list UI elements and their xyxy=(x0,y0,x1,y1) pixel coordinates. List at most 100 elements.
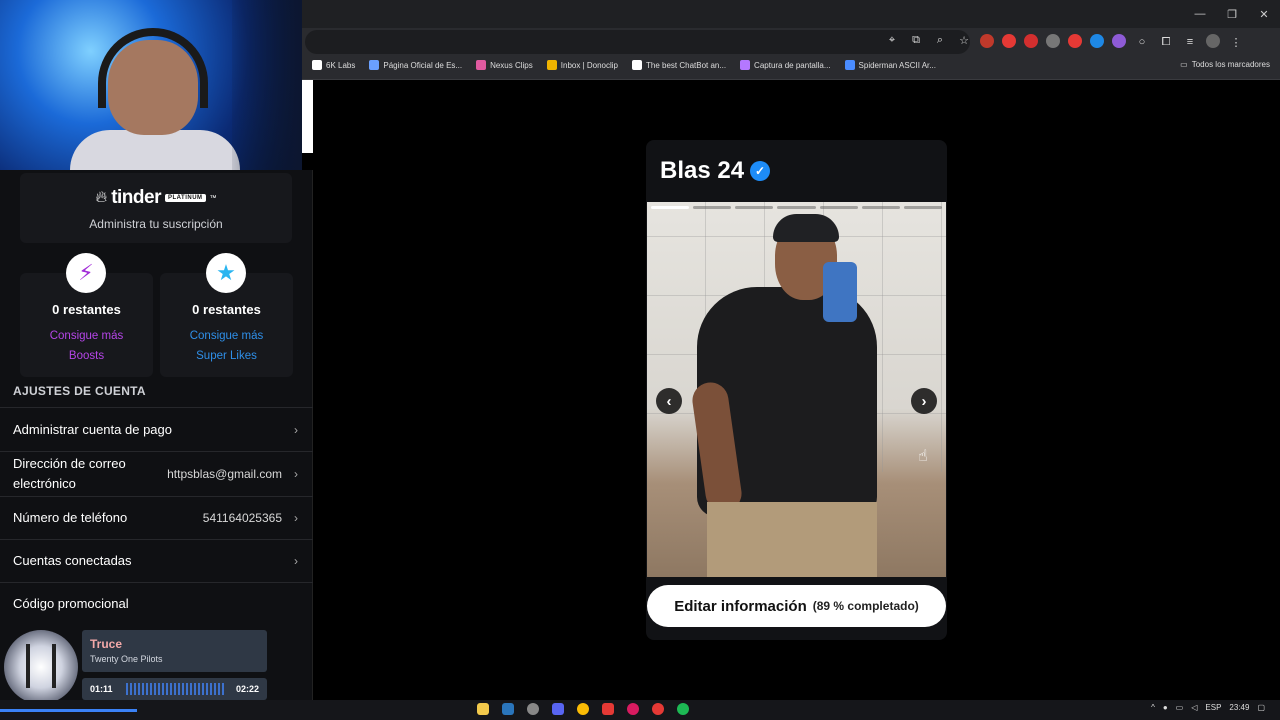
app-icon[interactable] xyxy=(527,703,539,715)
circle-icon[interactable]: ○ xyxy=(1134,34,1150,50)
file-explorer-icon[interactable] xyxy=(477,703,489,715)
next-photo-button[interactable]: › xyxy=(911,388,937,414)
track-artist: Twenty One Pilots xyxy=(90,654,163,664)
bookmark-item[interactable]: Spiderman ASCII Ar... xyxy=(844,60,936,70)
bookmark-item[interactable]: Nexus Clips xyxy=(476,60,533,70)
language-indicator[interactable]: ESP xyxy=(1205,703,1221,712)
bookmark-item[interactable]: Captura de pantalla... xyxy=(740,60,831,70)
profile-photo[interactable]: ‹ › xyxy=(647,202,946,577)
steam-icon[interactable] xyxy=(502,703,514,715)
discord-icon[interactable] xyxy=(552,703,564,715)
flame-icon: 🔥︎ xyxy=(95,189,108,206)
chrome-icon[interactable] xyxy=(577,703,589,715)
bookmark-favicon-icon xyxy=(632,60,642,70)
media-player-icon[interactable] xyxy=(627,703,639,715)
clock[interactable]: 23:49 xyxy=(1229,703,1249,712)
adblock-icon[interactable] xyxy=(1024,34,1038,48)
edit-info-button[interactable]: Editar información (89 % completado) xyxy=(647,585,946,627)
get-more-label: Consigue más xyxy=(49,330,124,342)
avatar[interactable] xyxy=(1206,34,1220,48)
kebab-menu-icon[interactable]: ⋮ xyxy=(1228,34,1244,50)
bookmark-star-icon[interactable]: ☆ xyxy=(956,32,972,48)
photo-indicator[interactable] xyxy=(903,206,942,209)
app-icon[interactable] xyxy=(652,703,664,715)
boosts-label: Boosts xyxy=(68,350,105,362)
zoom-icon[interactable]: ⌕ xyxy=(932,32,948,48)
bookmark-item[interactable]: Inbox | Donoclip xyxy=(546,60,618,70)
get-more-superlikes-link[interactable]: Consigue más Super Likes xyxy=(160,326,293,366)
track-progress: 01:11 02:22 xyxy=(82,678,267,700)
get-more-label: Consigue más xyxy=(189,330,264,342)
cast-icon[interactable]: ⧉ xyxy=(908,32,924,48)
spotify-icon[interactable] xyxy=(677,703,689,715)
taskbar-apps xyxy=(477,703,689,715)
brave-icon[interactable] xyxy=(602,703,614,715)
extension-icon[interactable] xyxy=(1112,34,1126,48)
address-bar-icons: ⌖ ⧉ ⌕ ☆ xyxy=(884,32,972,48)
bookmark-favicon-icon xyxy=(740,60,751,70)
lightning-icon: ⚡︎ xyxy=(66,253,106,293)
photo-indicator[interactable] xyxy=(819,206,858,209)
minimize-icon[interactable]: — xyxy=(1184,0,1216,28)
volume-icon[interactable]: ◁ xyxy=(1191,703,1197,712)
photo-indicator[interactable] xyxy=(861,206,900,209)
bookmark-item[interactable]: 6K Labs xyxy=(312,60,355,70)
bookmark-favicon-icon xyxy=(369,60,380,70)
stream-progress-bar xyxy=(0,709,137,712)
album-figure xyxy=(26,644,56,688)
superlikes-card[interactable]: ★ 0 restantes Consigue más Super Likes xyxy=(160,253,293,377)
extension-icon[interactable] xyxy=(1002,34,1016,48)
bookmark-label: The best ChatBot an... xyxy=(646,60,727,70)
photo-indicator[interactable] xyxy=(777,206,816,209)
notifications-icon[interactable]: ▢ xyxy=(1257,703,1265,712)
profile-header: Blas 24 ✓ xyxy=(646,140,947,202)
extension-icon[interactable] xyxy=(1068,34,1082,48)
tab-search-icon[interactable]: ≡ xyxy=(1182,34,1198,50)
settings-sidebar: 🔥︎ tinder PLATINUM ™ Administra tu suscr… xyxy=(0,170,313,700)
subscription-card[interactable]: 🔥︎ tinder PLATINUM ™ Administra tu suscr… xyxy=(20,173,292,243)
profile-name: Blas 24 xyxy=(660,157,745,184)
boosts-card[interactable]: ⚡︎ 0 restantes Consigue más Boosts xyxy=(20,253,153,377)
webcam-background xyxy=(232,0,302,170)
chevron-right-icon: › xyxy=(294,422,298,437)
location-icon[interactable]: ⌖ xyxy=(884,32,900,48)
photo-indicator[interactable] xyxy=(735,206,774,209)
bookmark-item[interactable]: The best ChatBot an... xyxy=(632,60,726,70)
extension-icon[interactable] xyxy=(1090,34,1104,48)
all-bookmarks-label: Todos los marcadores xyxy=(1191,60,1270,69)
boosts-remaining: 0 restantes xyxy=(52,302,121,317)
tinder-logo: 🔥︎ tinder PLATINUM ™ xyxy=(20,187,292,209)
track-duration: 02:22 xyxy=(235,684,259,694)
row-promo-code[interactable]: Código promocional xyxy=(0,582,313,625)
all-bookmarks[interactable]: ▭ Todos los marcadores xyxy=(1180,60,1270,69)
extension-icon[interactable] xyxy=(980,34,994,48)
system-tray: ^ ● ▭ ◁ ESP 23:49 ▢ xyxy=(1151,703,1265,712)
photo-indicator[interactable] xyxy=(693,206,732,209)
get-more-boosts-link[interactable]: Consigue más Boosts xyxy=(20,326,153,366)
photo-indicator[interactable] xyxy=(651,206,690,209)
restore-icon[interactable]: ❐ xyxy=(1216,0,1248,28)
waveform xyxy=(126,683,226,695)
bookmark-item[interactable]: Página Oficial de Es... xyxy=(369,60,462,70)
bookmark-label: 6K Labs xyxy=(326,60,356,70)
network-icon[interactable]: ▭ xyxy=(1176,703,1184,712)
close-icon[interactable]: ✕ xyxy=(1248,0,1280,28)
previous-photo-button[interactable]: ‹ xyxy=(656,388,682,414)
row-email[interactable]: Dirección de correo electrónico httpsbla… xyxy=(0,451,313,496)
address-bar[interactable] xyxy=(305,30,970,54)
chevron-up-icon[interactable]: ^ xyxy=(1151,703,1155,712)
chevron-right-icon: › xyxy=(294,554,298,568)
extension-icon[interactable] xyxy=(1046,34,1060,48)
microphone-icon[interactable]: ● xyxy=(1163,703,1168,712)
row-connected-accounts[interactable]: Cuentas conectadas › xyxy=(0,539,313,582)
manage-subscription-link[interactable]: Administra tu suscripción xyxy=(20,217,292,231)
star-icon: ★ xyxy=(206,253,246,293)
brand-name: tinder xyxy=(111,187,161,208)
row-phone[interactable]: Número de teléfono 541164025365 › xyxy=(0,496,313,539)
window-controls: — ❐ ✕ xyxy=(1184,0,1280,28)
row-payment-account[interactable]: Administrar cuenta de pago › xyxy=(0,407,313,451)
puzzle-icon[interactable]: ⧠ xyxy=(1158,34,1174,50)
track-info: Truce Twenty One Pilots xyxy=(82,630,267,672)
bookmark-label: Inbox | Donoclip xyxy=(560,60,618,70)
track-title: Truce xyxy=(90,637,123,651)
